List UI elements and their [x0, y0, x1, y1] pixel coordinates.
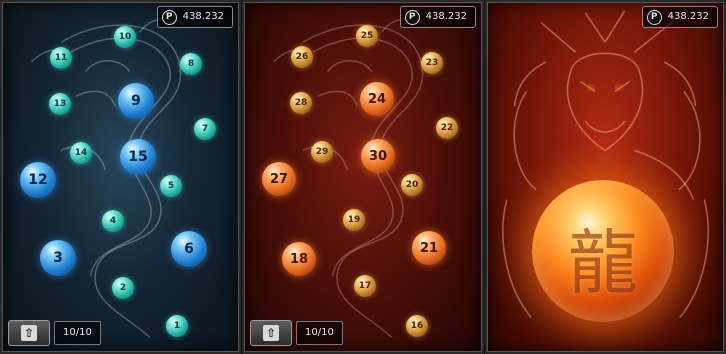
orb-17[interactable]: 17: [354, 275, 376, 297]
orb-19[interactable]: 19: [343, 209, 365, 231]
up-arrow-icon: ⇧: [263, 325, 279, 341]
orb-6[interactable]: 6: [171, 231, 207, 267]
orb-10[interactable]: 10: [114, 26, 136, 48]
up-button[interactable]: ⇧: [250, 320, 292, 346]
orb-12[interactable]: 12: [20, 162, 56, 198]
orb-3[interactable]: 3: [40, 240, 76, 276]
panel-dragon-reveal: P 438.232 龍: [485, 0, 726, 354]
orb-22[interactable]: 22: [436, 117, 458, 139]
panel-footer: ⇧ 10/10: [8, 320, 101, 346]
orb-1[interactable]: 1: [166, 315, 188, 337]
orb-4[interactable]: 4: [102, 210, 124, 232]
attempt-counter: 10/10: [54, 321, 101, 345]
orb-13[interactable]: 13: [49, 93, 71, 115]
score-value: 438.232: [425, 11, 467, 22]
orb-5[interactable]: 5: [160, 175, 182, 197]
points-coin-icon: P: [404, 9, 420, 25]
orb-15[interactable]: 15: [120, 139, 156, 175]
orb-18[interactable]: 18: [282, 242, 316, 276]
orb-2[interactable]: 2: [112, 277, 134, 299]
dragon-glyph: 龍: [568, 221, 638, 304]
points-coin-icon: P: [161, 9, 177, 25]
orb-21[interactable]: 21: [412, 231, 446, 265]
orb-9[interactable]: 9: [118, 83, 154, 119]
score-display: P 438.232: [156, 6, 233, 28]
orb-26[interactable]: 26: [291, 46, 313, 68]
orb-8[interactable]: 8: [180, 53, 202, 75]
orb-20[interactable]: 20: [401, 174, 423, 196]
panel-footer: ⇧ 10/10: [250, 320, 343, 346]
orb-11[interactable]: 11: [50, 47, 72, 69]
orb-30[interactable]: 30: [361, 139, 395, 173]
points-coin-icon: P: [646, 9, 662, 25]
panel-blue-orbs: P 438.232 1 2 3 4 5 6 7 8 9 10 11 12 13 …: [0, 0, 241, 354]
orb-24[interactable]: 24: [360, 82, 394, 116]
orb-28[interactable]: 28: [290, 92, 312, 114]
panel-orange-orbs: P 438.232 16 17 18 19 20 21 22 23 24 25 …: [242, 0, 484, 354]
dragon-orb[interactable]: 龍: [532, 180, 674, 322]
orb-7[interactable]: 7: [194, 118, 216, 140]
score-value: 438.232: [182, 11, 224, 22]
up-arrow-icon: ⇧: [21, 325, 37, 341]
score-value: 438.232: [667, 11, 709, 22]
orb-23[interactable]: 23: [421, 52, 443, 74]
score-display: P 438.232: [399, 6, 476, 28]
orb-14[interactable]: 14: [70, 142, 92, 164]
attempt-counter: 10/10: [296, 321, 343, 345]
orb-16[interactable]: 16: [406, 315, 428, 337]
orb-25[interactable]: 25: [356, 25, 378, 47]
orb-29[interactable]: 29: [311, 141, 333, 163]
orb-27[interactable]: 27: [262, 162, 296, 196]
up-button[interactable]: ⇧: [8, 320, 50, 346]
score-display: P 438.232: [641, 6, 718, 28]
